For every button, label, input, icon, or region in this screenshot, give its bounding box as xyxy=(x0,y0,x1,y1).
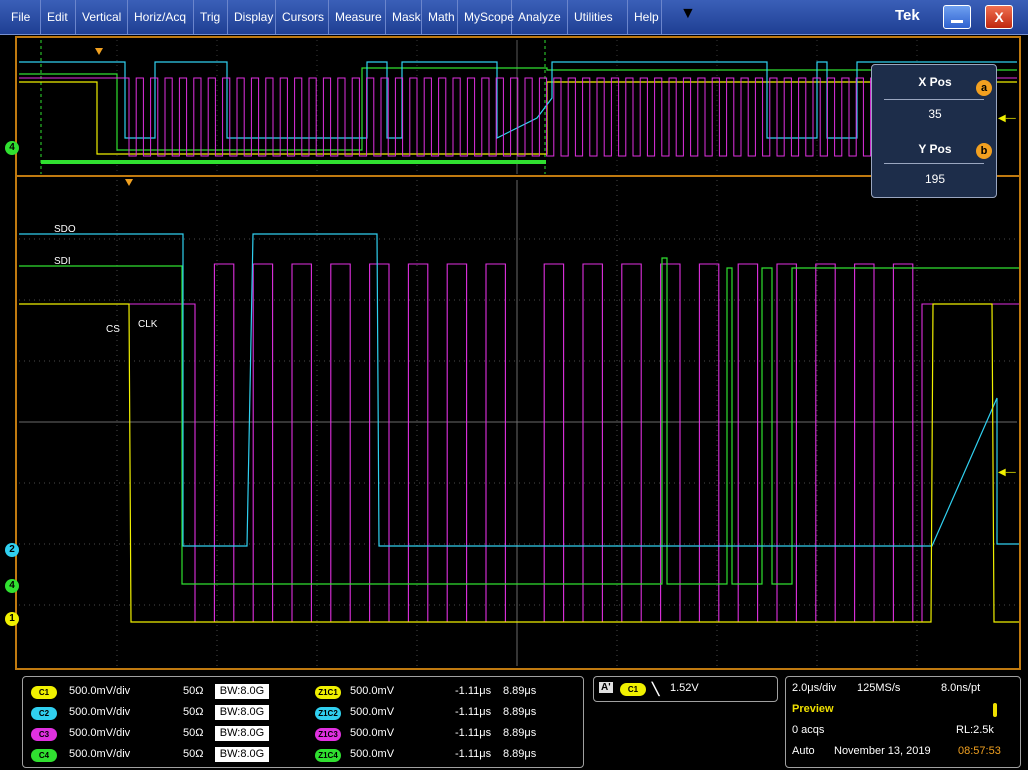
bandwidth-field[interactable]: BW:8.0G xyxy=(215,747,269,762)
menu-help[interactable]: Help xyxy=(628,0,662,34)
ch2-sdo-trace xyxy=(19,233,1019,547)
ch1-cs-trace xyxy=(19,303,1019,623)
trigger-level: 1.52V xyxy=(670,682,699,694)
bandwidth-field[interactable]: BW:8.0G xyxy=(215,726,269,741)
waveform-svg xyxy=(17,40,1019,666)
bandwidth-field[interactable]: BW:8.0G xyxy=(215,705,269,720)
channel-scale: 500.0mV/div xyxy=(69,706,131,718)
zoom-scale: 500.0mV xyxy=(350,706,395,718)
trigger-source-badge: C1 xyxy=(620,683,646,696)
channel-scale: 500.0mV/div xyxy=(69,685,131,697)
ch4-marker[interactable]: 4 xyxy=(5,579,19,593)
menu-display[interactable]: Display xyxy=(228,0,276,34)
channel-badge[interactable]: C3 xyxy=(31,728,57,741)
channel-impedance: 50Ω xyxy=(183,748,204,760)
trigger-readout-box[interactable]: A' C1 ╲ 1.52V xyxy=(593,676,778,702)
main-traces xyxy=(19,233,1019,623)
sdo-label: SDO xyxy=(54,224,76,235)
channel-badge[interactable]: C4 xyxy=(31,749,57,762)
zoom-start-time: -1.11μs xyxy=(455,748,492,760)
menu-file[interactable]: File xyxy=(5,0,41,34)
zoom-window-bar xyxy=(41,160,546,164)
channel-impedance: 50Ω xyxy=(183,706,204,718)
menu-horiz-acq[interactable]: Horiz/Acq xyxy=(128,0,194,34)
zoom-scale: 500.0mV xyxy=(350,748,395,760)
menu-trig[interactable]: Trig xyxy=(194,0,228,34)
zoom-end-time: 8.89μs xyxy=(503,706,537,718)
overview-trigger-marker xyxy=(95,48,103,55)
zoom-scale: 500.0mV xyxy=(350,727,395,739)
trigger-mode-badge: A' xyxy=(599,682,613,693)
falling-edge-icon: ╲ xyxy=(652,682,660,696)
clk-label: CLK xyxy=(138,319,158,330)
overview-ch4-marker[interactable]: 4 xyxy=(5,141,19,155)
knob-b-icon: b xyxy=(976,143,992,159)
divider xyxy=(884,99,984,100)
menu-math[interactable]: Math xyxy=(422,0,458,34)
channel-impedance: 50Ω xyxy=(183,685,204,697)
menu-vertical[interactable]: Vertical xyxy=(76,0,128,34)
y-pos-value[interactable]: 195 xyxy=(872,172,998,186)
time: 08:57:53 xyxy=(958,745,1001,757)
resolution: 8.0ns/pt xyxy=(941,682,981,694)
menu-mask[interactable]: Mask xyxy=(386,0,422,34)
record-length: RL:2.5k xyxy=(956,724,994,736)
thermometer-icon xyxy=(993,703,997,717)
ch1-marker[interactable]: 1 xyxy=(5,612,19,626)
readout-area: C1 500.0mV/div 50Ω BW:8.0G Z1C1 500.0mV -1.11μ… xyxy=(0,672,1028,770)
position-panel[interactable]: X Pos a 35 Y Pos b 195 xyxy=(871,64,997,198)
menu-more-button[interactable]: ▼ xyxy=(680,5,696,23)
acq-state: Preview xyxy=(792,703,834,715)
x-pos-value[interactable]: 35 xyxy=(872,107,998,121)
knob-a-icon: a xyxy=(976,80,992,96)
channel-impedance: 50Ω xyxy=(183,727,204,739)
ref-arrow-icon: ◀— xyxy=(998,467,1016,478)
menu-measure[interactable]: Measure xyxy=(329,0,386,34)
ch2-marker[interactable]: 2 xyxy=(5,543,19,557)
minimize-icon xyxy=(951,20,963,23)
trigger-mode: Auto xyxy=(792,745,815,757)
ch3-clk-trace xyxy=(19,263,1019,623)
minimize-button[interactable] xyxy=(943,5,971,29)
menu-bar: File Edit Vertical Horiz/Acq Trig Display Curs… xyxy=(0,0,1028,35)
zoom-channel-badge[interactable]: Z1C4 xyxy=(315,749,341,762)
brand-logo: Tek xyxy=(895,7,920,24)
divider xyxy=(884,163,984,164)
close-button[interactable]: X xyxy=(985,5,1013,29)
menu-edit[interactable]: Edit xyxy=(41,0,76,34)
menu-utilities[interactable]: Utilities xyxy=(568,0,628,34)
timebase: 2.0μs/div xyxy=(792,682,837,694)
ref-arrow-icon: ◀— xyxy=(998,113,1016,124)
channel-readout-box[interactable]: C1 500.0mV/div 50Ω BW:8.0G Z1C1 500.0mV -1.11μ… xyxy=(22,676,584,768)
date: November 13, 2019 xyxy=(834,745,931,757)
sdi-label: SDI xyxy=(54,256,71,267)
channel-scale: 500.0mV/div xyxy=(69,748,131,760)
acq-count: 0 acqs xyxy=(792,724,825,736)
acquisition-readout-box[interactable]: 2.0μs/div 125MS/s 8.0ns/pt Preview 0 acq… xyxy=(785,676,1021,768)
zoom-start-time: -1.11μs xyxy=(455,685,492,697)
menu-cursors[interactable]: Cursors xyxy=(276,0,329,34)
sample-rate: 125MS/s xyxy=(857,682,901,694)
zoom-end-time: 8.89μs xyxy=(503,748,537,760)
overview-traces xyxy=(19,61,1017,164)
menu-myscope[interactable]: MyScope xyxy=(458,0,514,34)
trigger-position-marker[interactable] xyxy=(125,179,133,186)
channel-badge[interactable]: C2 xyxy=(31,707,57,720)
ch4-sdi-trace xyxy=(19,257,1019,585)
zoom-end-time: 8.89μs xyxy=(503,685,537,697)
bandwidth-field[interactable]: BW:8.0G xyxy=(215,684,269,699)
menu-analyze[interactable]: Analyze xyxy=(512,0,568,34)
zoom-scale: 500.0mV xyxy=(350,685,395,697)
channel-scale: 500.0mV/div xyxy=(69,727,131,739)
zoom-channel-badge[interactable]: Z1C2 xyxy=(315,707,341,720)
zoom-channel-badge[interactable]: Z1C3 xyxy=(315,728,341,741)
channel-badge[interactable]: C1 xyxy=(31,686,57,699)
zoom-channel-badge[interactable]: Z1C1 xyxy=(315,686,341,699)
zoom-end-time: 8.89μs xyxy=(503,727,537,739)
zoom-start-time: -1.11μs xyxy=(455,706,492,718)
cs-label: CS xyxy=(106,324,120,335)
overview-ch3-trace xyxy=(19,77,1017,157)
zoom-start-time: -1.11μs xyxy=(455,727,492,739)
